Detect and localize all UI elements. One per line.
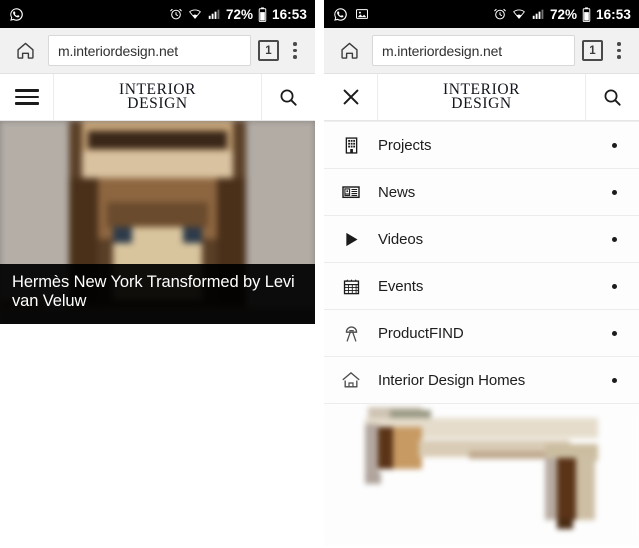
house-icon: [324, 370, 378, 390]
tab-counter-button[interactable]: 1: [258, 40, 279, 61]
menu-item-events[interactable]: Events: [324, 263, 639, 310]
overflow-menu-button[interactable]: [281, 34, 309, 68]
status-bar-indicators: 72% 16:53: [493, 7, 631, 22]
overflow-dot: [617, 42, 621, 46]
clock-label: 16:53: [271, 6, 307, 22]
close-icon: [343, 89, 358, 105]
building-icon: [324, 136, 378, 155]
clock-label: 16:53: [595, 6, 631, 22]
article-screen: 72% 16:53 m.interiordesign.net 1 INTERIO…: [0, 0, 315, 548]
menu-item-interior-design-homes[interactable]: Interior Design Homes: [324, 357, 639, 404]
alarm-icon: [494, 8, 506, 20]
menu-item-label: News: [378, 183, 416, 201]
wifi-icon: [512, 9, 525, 19]
browser-toolbar: m.interiordesign.net 1: [0, 28, 315, 74]
product-image: [324, 404, 639, 546]
search-button[interactable]: [261, 74, 315, 120]
url-bar[interactable]: m.interiordesign.net: [372, 35, 575, 66]
status-bar-notifications: [9, 7, 24, 22]
menu-item-bullet: [612, 189, 617, 195]
whatsapp-icon: [334, 7, 347, 21]
hero-article[interactable]: Hermès New York Transformed by Levi van …: [0, 121, 315, 324]
hamburger-menu-button[interactable]: [0, 74, 54, 120]
menu-item-label: ProductFIND: [378, 324, 464, 342]
url-text: m.interiordesign.net: [382, 42, 502, 59]
signal-icon: [208, 9, 220, 19]
menu-item-bullet: [612, 236, 617, 242]
dual-screenshot-stage: 72% 16:53 m.interiordesign.net 1 INTERIO…: [0, 0, 639, 548]
menu-item-bullet: [612, 330, 617, 336]
site-header: INTERIOR DESIGN: [0, 74, 315, 121]
home-button[interactable]: [8, 34, 42, 68]
overflow-dot: [617, 55, 621, 59]
android-status-bar: 72% 16:53: [324, 0, 639, 28]
site-header: INTERIOR DESIGN: [324, 74, 639, 121]
battery-percent-label: 72%: [549, 6, 577, 22]
search-icon: [280, 89, 297, 106]
menu-item-news[interactable]: News: [324, 169, 639, 216]
home-icon: [340, 42, 358, 59]
battery-icon: [258, 6, 267, 22]
battery-percent-label: 72%: [225, 6, 253, 22]
menu-item-productfind[interactable]: ProductFIND: [324, 310, 639, 357]
menu-item-label: Videos: [378, 230, 423, 248]
calendar-icon: [324, 277, 378, 296]
menu-item-label: Interior Design Homes: [378, 371, 526, 389]
url-bar[interactable]: m.interiordesign.net: [48, 35, 251, 66]
home-icon: [16, 42, 34, 59]
menu-item-videos[interactable]: Videos: [324, 216, 639, 263]
site-logo[interactable]: INTERIOR DESIGN: [378, 74, 585, 120]
overflow-menu-button[interactable]: [605, 34, 633, 68]
browser-toolbar: m.interiordesign.net 1: [324, 28, 639, 74]
overflow-dot: [617, 48, 621, 53]
overflow-dot: [293, 48, 297, 53]
site-logo[interactable]: INTERIOR DESIGN: [54, 74, 261, 120]
tab-counter-button[interactable]: 1: [582, 40, 603, 61]
image-icon: [356, 9, 368, 19]
menu-item-bullet: [612, 283, 617, 289]
alarm-icon: [170, 8, 182, 20]
android-status-bar: 72% 16:53: [0, 0, 315, 28]
menu-item-label: Projects: [378, 136, 432, 154]
menu-item-projects[interactable]: Projects: [324, 122, 639, 169]
logo-line-2: DESIGN: [127, 95, 188, 112]
url-text: m.interiordesign.net: [58, 42, 178, 59]
signal-icon: [532, 9, 544, 19]
logo-line-2: DESIGN: [451, 95, 512, 112]
menu-item-bullet: [612, 377, 617, 383]
wifi-icon: [188, 9, 201, 19]
battery-icon: [582, 6, 591, 22]
status-bar-indicators: 72% 16:53: [169, 7, 307, 22]
search-icon: [604, 89, 621, 106]
close-menu-button[interactable]: [324, 74, 378, 120]
menu-drawer-screen: 72% 16:53 m.interiordesign.net 1 INTERIO…: [324, 0, 639, 548]
hamburger-menu-icon: [14, 85, 39, 109]
menu-item-label: Events: [378, 277, 424, 295]
status-bar-notifications: [333, 7, 369, 22]
lamp-icon: [324, 323, 378, 344]
newspaper-icon: [324, 182, 378, 202]
overflow-dot: [293, 42, 297, 46]
product-image-block[interactable]: [324, 404, 639, 546]
whatsapp-icon: [10, 7, 23, 21]
search-button[interactable]: [585, 74, 639, 120]
hero-caption: Hermès New York Transformed by Levi van …: [0, 263, 315, 324]
home-button[interactable]: [332, 34, 366, 68]
hero-headline: Hermès New York Transformed by Levi van …: [12, 272, 295, 310]
overflow-dot: [293, 55, 297, 59]
navigation-drawer: Projects News Videos Events ProductFIND …: [324, 121, 639, 404]
play-icon: [324, 230, 378, 249]
menu-item-bullet: [612, 142, 617, 148]
